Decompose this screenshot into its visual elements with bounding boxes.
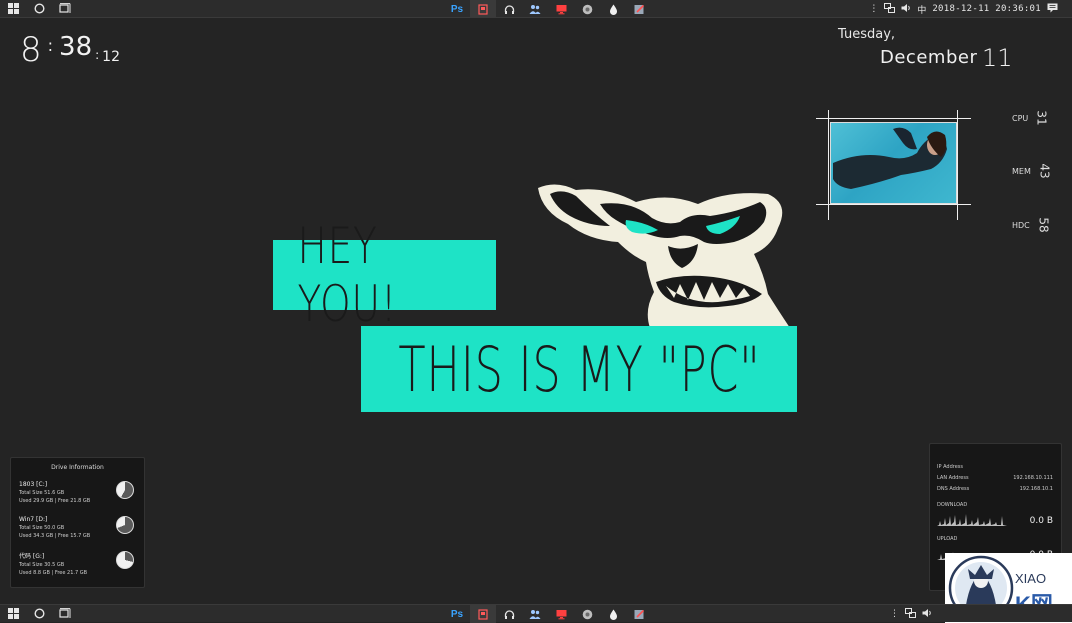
- clock-minute: 38: [59, 32, 93, 62]
- network-icon[interactable]: [905, 607, 916, 621]
- clock-widget: 8 : 38 : 12: [20, 30, 120, 70]
- drop-icon[interactable]: [600, 0, 626, 18]
- drive-usage-pie: [116, 481, 134, 499]
- frame-line-right: [957, 110, 958, 220]
- monitor-icon[interactable]: [548, 605, 574, 623]
- drive-info-widget: Drive Information 1803 [C:] Total Size 5…: [10, 457, 145, 588]
- drive-usage: Used 8.8 GB | Free 21.7 GB: [19, 570, 88, 576]
- wallpaper-photo[interactable]: [830, 122, 957, 204]
- chrome-icon[interactable]: [574, 605, 600, 623]
- frame-line-bottom: [816, 204, 971, 205]
- download-value: 0.0 B: [1029, 516, 1053, 526]
- banner-line-2: THIS IS MY "PC": [397, 332, 761, 406]
- date-number: 11: [982, 44, 1013, 72]
- photo-frame-widget: [816, 110, 971, 220]
- mem-label: MEM: [1012, 166, 1031, 176]
- people-icon[interactable]: [522, 0, 548, 18]
- date-month: December: [880, 47, 978, 68]
- headphones-icon[interactable]: [496, 0, 522, 18]
- dns-value: 192.168.10.1: [1019, 486, 1053, 492]
- overflow-dots-icon[interactable]: ⋮: [890, 609, 899, 619]
- photoshop-icon[interactable]: Ps: [444, 0, 470, 18]
- dns-row: DNS Address 192.168.10.1: [937, 486, 1053, 492]
- windows-start-icon[interactable]: [0, 605, 26, 623]
- system-tray: ⋮ 中 2018-12-11 20:36:01: [869, 0, 1072, 18]
- cpu-label: CPU: [1012, 113, 1029, 123]
- mem-stat: MEM 43: [1012, 163, 1052, 179]
- banner-line-1: HEY YOU!: [297, 217, 398, 333]
- dns-label: DNS Address: [937, 486, 970, 492]
- cortana-circle-icon[interactable]: [26, 605, 52, 623]
- drive-usage-pie: [116, 551, 134, 569]
- system-tray: ⋮: [890, 605, 1072, 623]
- task-view-icon[interactable]: [52, 605, 78, 623]
- notifications-icon[interactable]: [1047, 3, 1058, 16]
- drop-icon[interactable]: [600, 605, 626, 623]
- clock-hour: 8: [20, 30, 42, 70]
- download-graph: [937, 514, 1007, 526]
- mem-value: 43: [1037, 163, 1052, 179]
- chrome-icon[interactable]: [574, 0, 600, 18]
- taskbar-apps: Ps: [444, 0, 652, 18]
- paint-icon[interactable]: [626, 0, 652, 18]
- upload-label: UPLOAD: [937, 536, 958, 542]
- photoshop-icon[interactable]: Ps: [444, 605, 470, 623]
- red-app-icon[interactable]: [470, 605, 496, 623]
- clock-separator-small: :: [95, 48, 100, 62]
- drive-item[interactable]: 代码 [G:] Total Size 30.5 GB Used 8.8 GB |…: [19, 551, 136, 586]
- headphones-icon[interactable]: [496, 605, 522, 623]
- drive-usage: Used 29.9 GB | Free 21.8 GB: [19, 498, 91, 504]
- frame-line-top: [816, 118, 971, 119]
- windows-start-icon[interactable]: [0, 0, 26, 18]
- hdc-label: HDC: [1012, 220, 1030, 230]
- network-icon[interactable]: [884, 2, 896, 16]
- ime-indicator[interactable]: 中: [917, 3, 926, 16]
- drive-usage-pie: [116, 516, 134, 534]
- clock-separator: :: [47, 36, 54, 55]
- cpu-stat: CPU 31: [1012, 110, 1050, 126]
- lan-value: 192.168.10.111: [1013, 475, 1053, 481]
- watermark-text: XIAO: [1015, 571, 1047, 586]
- hdc-stat: HDC 58: [1012, 217, 1051, 233]
- clock-second: 12: [102, 49, 120, 65]
- download-row: 0.0 B: [937, 512, 1053, 526]
- lan-label: LAN Address: [937, 475, 969, 481]
- paint-icon[interactable]: [626, 605, 652, 623]
- top-taskbar: Ps ⋮ 中 2018-12-11 20:36:01: [0, 0, 1072, 18]
- ip-address-label: IP Address: [937, 464, 963, 470]
- drive-usage: Used 34.3 GB | Free 15.7 GB: [19, 533, 91, 539]
- banner-hey-you: HEY YOU!: [273, 217, 496, 333]
- lan-row: LAN Address 192.168.10.111: [937, 475, 1053, 481]
- volume-icon[interactable]: [922, 608, 932, 621]
- banner-this-is-my-pc: THIS IS MY "PC": [361, 326, 797, 412]
- hdc-value: 58: [1036, 217, 1051, 233]
- frame-line-left: [828, 110, 829, 220]
- cortana-circle-icon[interactable]: [26, 0, 52, 18]
- drive-widget-title: Drive Information: [51, 464, 104, 471]
- date-day: Tuesday,: [838, 27, 896, 42]
- gorilla-illustration: [538, 184, 790, 328]
- cpu-value: 31: [1034, 110, 1049, 126]
- taskbar-apps: Ps: [444, 605, 652, 623]
- taskbar-clock[interactable]: 2018-12-11 20:36:01: [932, 4, 1041, 14]
- overflow-dots-icon[interactable]: ⋮: [869, 4, 878, 14]
- drive-item[interactable]: 1803 [C:] Total Size 51.6 GB Used 29.9 G…: [19, 481, 136, 516]
- drive-item[interactable]: Win7 [D:] Total Size 50.0 GB Used 34.3 G…: [19, 516, 136, 551]
- monitor-icon[interactable]: [548, 0, 574, 18]
- task-view-icon[interactable]: [52, 0, 78, 18]
- bottom-taskbar: Ps ⋮: [0, 604, 1072, 623]
- people-icon[interactable]: [522, 605, 548, 623]
- red-app-icon[interactable]: [470, 0, 496, 18]
- download-label: DOWNLOAD: [937, 502, 968, 508]
- volume-icon[interactable]: [901, 3, 911, 16]
